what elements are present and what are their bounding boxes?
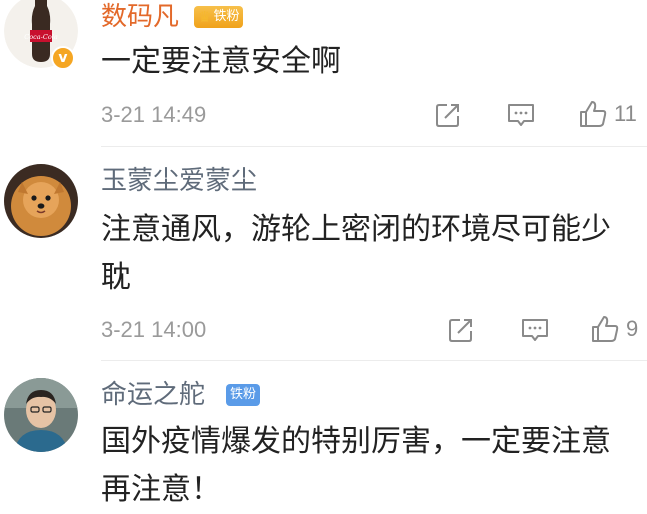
like-count: 9 <box>626 316 639 341</box>
avatar[interactable] <box>4 378 78 452</box>
fan-badge[interactable]: ♛ 铁粉 <box>194 6 244 28</box>
person-photo-avatar <box>4 378 78 452</box>
thumbs-up-icon <box>580 101 607 127</box>
comment-username[interactable]: 玉蒙尘爱蒙尘 <box>101 166 257 196</box>
comment-item: Coca-Cola v 数码凡 ♛ 铁粉 一定要注意安全啊 3-21 14:49… <box>0 0 647 145</box>
verified-badge-icon: v <box>51 46 75 70</box>
comment-item: 命运之舵 铁粉 国外疫情爆发的特别厉害，一定要注意再注意！ <box>0 372 647 507</box>
share-button[interactable] <box>447 315 475 345</box>
like-count: 11 <box>614 101 637 126</box>
avatar[interactable] <box>4 164 78 238</box>
comment-item: 玉蒙尘爱蒙尘 注意通风，游轮上密闭的环境尽可能少耽 3-21 14:00 9 <box>0 160 647 360</box>
comment-divider <box>101 360 647 361</box>
comment-icon <box>508 104 534 126</box>
comment-text: 注意通风，游轮上密闭的环境尽可能少耽 <box>101 212 611 295</box>
comment-divider <box>101 146 647 147</box>
fan-badge-label: 铁粉 <box>213 9 240 24</box>
share-button[interactable] <box>434 100 462 130</box>
fan-badge[interactable]: 铁粉 <box>226 384 261 406</box>
comment-timestamp: 3-21 14:49 <box>101 102 207 127</box>
share-icon <box>436 104 459 127</box>
like-button[interactable]: 11 <box>578 99 637 129</box>
comment-username[interactable]: 命运之舵 <box>101 380 205 410</box>
comment-icon <box>522 319 548 341</box>
like-button[interactable]: 9 <box>590 314 638 344</box>
comment-timestamp: 3-21 14:00 <box>101 317 207 342</box>
avatar-logo-text: Coca-Cola <box>24 33 58 41</box>
thumbs-up-icon <box>592 316 619 342</box>
comment-text: 国外疫情爆发的特别厉害，一定要注意再注意！ <box>101 424 611 507</box>
comment-username[interactable]: 数码凡 <box>101 2 179 32</box>
comment-button[interactable] <box>506 100 536 130</box>
pomeranian-dog-avatar <box>4 164 78 238</box>
comment-text: 一定要注意安全啊 <box>101 44 341 79</box>
fan-badge-label: 铁粉 <box>230 387 257 402</box>
comment-button[interactable] <box>520 315 550 345</box>
share-icon <box>449 319 472 342</box>
crown-icon: ♛ <box>198 8 212 26</box>
